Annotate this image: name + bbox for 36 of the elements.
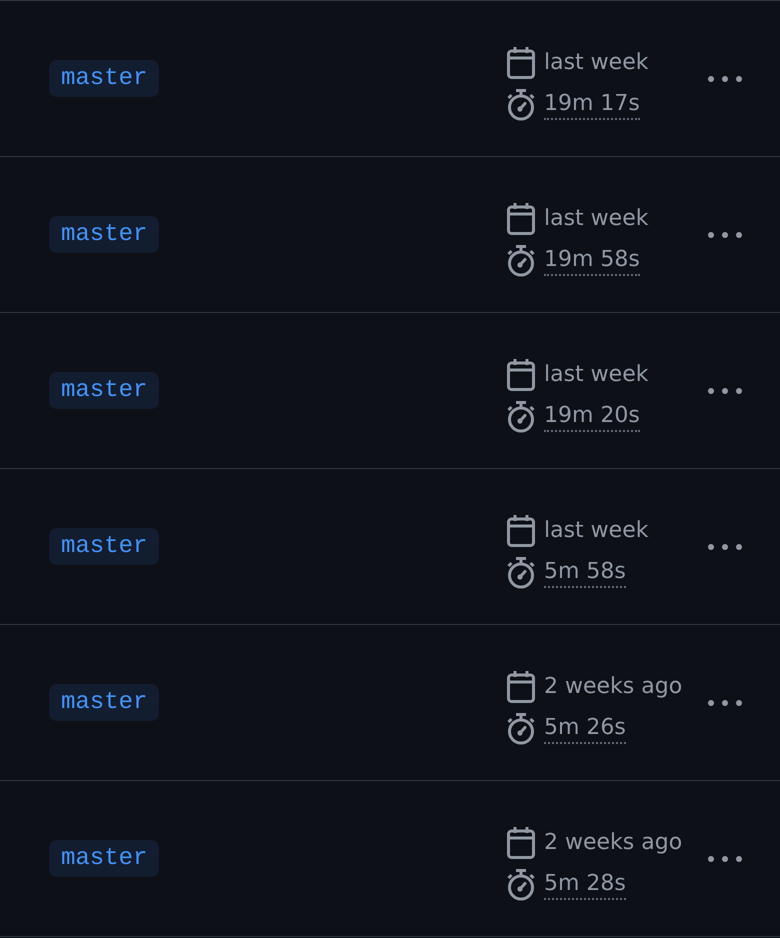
branch-label[interactable]: master bbox=[49, 840, 160, 877]
calendar-icon bbox=[507, 202, 535, 234]
stopwatch-icon bbox=[507, 712, 535, 744]
run-duration: 19m 17s bbox=[544, 90, 640, 120]
calendar-icon bbox=[507, 358, 535, 390]
stopwatch-icon bbox=[507, 244, 535, 276]
branch-label[interactable]: master bbox=[49, 60, 160, 97]
kebab-horizontal-icon bbox=[708, 388, 742, 394]
run-duration: 19m 58s bbox=[544, 246, 640, 276]
run-duration: 5m 26s bbox=[544, 714, 626, 744]
branch-label[interactable]: master bbox=[49, 216, 160, 253]
branch-label[interactable]: master bbox=[49, 528, 160, 565]
kebab-horizontal-icon bbox=[708, 700, 742, 706]
calendar-icon bbox=[507, 46, 535, 78]
run-duration: 5m 58s bbox=[544, 558, 626, 588]
stopwatch-icon bbox=[507, 88, 535, 120]
run-date: 2 weeks ago bbox=[544, 828, 682, 856]
kebab-horizontal-icon bbox=[708, 232, 742, 238]
kebab-horizontal-icon bbox=[708, 856, 742, 862]
branch-label[interactable]: master bbox=[49, 372, 160, 409]
kebab-horizontal-icon bbox=[708, 76, 742, 82]
run-date: last week bbox=[544, 360, 648, 388]
run-date: 2 weeks ago bbox=[544, 672, 682, 700]
stopwatch-icon bbox=[507, 868, 535, 900]
run-duration: 19m 20s bbox=[544, 402, 640, 432]
run-date: last week bbox=[544, 48, 648, 76]
calendar-icon bbox=[507, 514, 535, 546]
kebab-horizontal-icon bbox=[708, 544, 742, 550]
calendar-icon bbox=[507, 670, 535, 702]
run-date: last week bbox=[544, 204, 648, 232]
branch-label[interactable]: master bbox=[49, 684, 160, 721]
run-duration: 5m 28s bbox=[544, 870, 626, 900]
calendar-icon bbox=[507, 826, 535, 858]
run-date: last week bbox=[544, 516, 648, 544]
stopwatch-icon bbox=[507, 400, 535, 432]
stopwatch-icon bbox=[507, 556, 535, 588]
